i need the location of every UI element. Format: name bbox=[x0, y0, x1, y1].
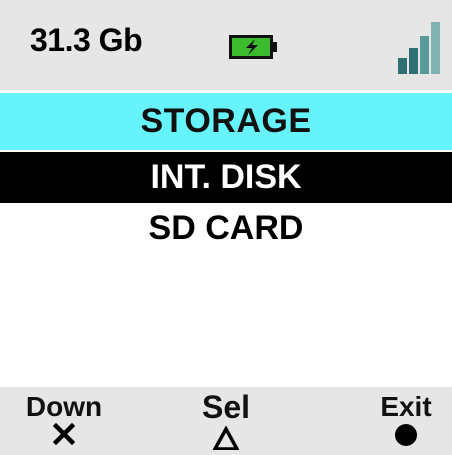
exit-softkey-label: Exit bbox=[380, 391, 432, 422]
softkey-bar: Down Sel Exit bbox=[0, 387, 452, 455]
exit-softkey[interactable]: Exit bbox=[364, 387, 448, 447]
cross-icon bbox=[53, 423, 75, 445]
select-softkey-label: Sel bbox=[201, 389, 251, 425]
status-bar: 31.3 Gb bbox=[0, 0, 452, 90]
battery-charging-icon bbox=[229, 35, 277, 59]
down-softkey[interactable]: Down bbox=[0, 387, 128, 445]
down-softkey-label: Down bbox=[25, 391, 103, 422]
menu-item-sd-card[interactable]: SD CARD bbox=[0, 203, 452, 254]
device-screen: 31.3 Gb STORAGE INT. DISK SD CARD Down S… bbox=[0, 0, 452, 455]
triangle-icon bbox=[213, 426, 239, 450]
circle-icon bbox=[395, 424, 417, 446]
storage-free-text: 31.3 Gb bbox=[30, 22, 143, 58]
storage-menu: INT. DISK SD CARD bbox=[0, 152, 452, 254]
select-softkey[interactable]: Sel bbox=[176, 387, 276, 450]
screen-title: STORAGE bbox=[0, 93, 452, 150]
menu-item-int-disk[interactable]: INT. DISK bbox=[0, 152, 452, 203]
signal-strength-icon bbox=[398, 22, 440, 74]
